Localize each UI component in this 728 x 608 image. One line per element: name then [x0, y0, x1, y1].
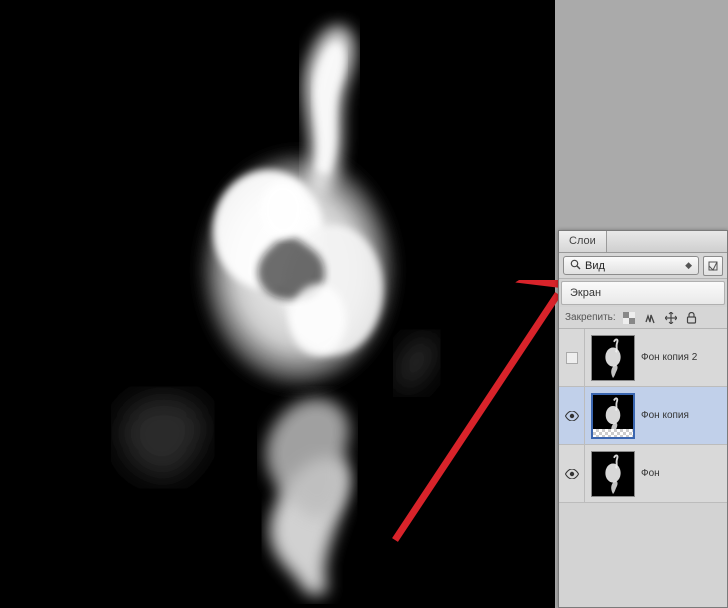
smoke-image	[18, 0, 555, 604]
tab-layers[interactable]: Слои	[559, 231, 607, 252]
layer-name-label[interactable]: Фон копия 2	[641, 352, 727, 363]
visibility-toggle[interactable]	[559, 445, 585, 502]
lock-pixels-icon[interactable]	[642, 310, 658, 326]
visibility-empty-icon	[566, 352, 578, 364]
layer-thumbnail[interactable]	[591, 451, 635, 497]
visibility-toggle[interactable]	[559, 387, 585, 444]
blend-mode-value: Экран	[570, 287, 601, 299]
lock-position-icon[interactable]	[663, 310, 679, 326]
layer-filter-dropdown[interactable]: Вид ◆	[563, 256, 699, 275]
layer-row[interactable]: Фон копия	[559, 387, 727, 445]
layers-list: Фон копия 2 Фон копия Фон	[559, 329, 727, 503]
transparency-indicator	[593, 429, 633, 437]
lock-all-icon[interactable]	[684, 310, 700, 326]
canvas[interactable]	[18, 0, 555, 604]
layers-panel: Слои Вид ◆ Экран Закрепить: Фон коп	[558, 230, 728, 608]
lock-label: Закрепить:	[565, 312, 616, 323]
layer-row[interactable]: Фон копия 2	[559, 329, 727, 387]
blend-mode-dropdown[interactable]: Экран	[561, 281, 725, 305]
layer-name-label[interactable]: Фон копия	[641, 410, 727, 421]
canvas-area[interactable]	[0, 0, 555, 608]
lock-row: Закрепить:	[559, 307, 727, 329]
filter-toggle-button[interactable]	[703, 256, 723, 276]
layer-row[interactable]: Фон	[559, 445, 727, 503]
layer-thumbnail[interactable]	[591, 335, 635, 381]
eye-icon	[565, 469, 579, 479]
lock-transparency-icon[interactable]	[621, 310, 637, 326]
filter-label: Вид	[585, 260, 605, 272]
panel-tabs: Слои	[559, 231, 727, 253]
layer-filter-row: Вид ◆	[559, 253, 727, 279]
visibility-toggle[interactable]	[559, 329, 585, 386]
layer-thumbnail[interactable]	[591, 393, 635, 439]
eye-icon	[565, 411, 579, 421]
search-icon	[570, 259, 581, 273]
layer-name-label[interactable]: Фон	[641, 468, 727, 479]
chevron-down-icon: ◆	[685, 260, 692, 271]
